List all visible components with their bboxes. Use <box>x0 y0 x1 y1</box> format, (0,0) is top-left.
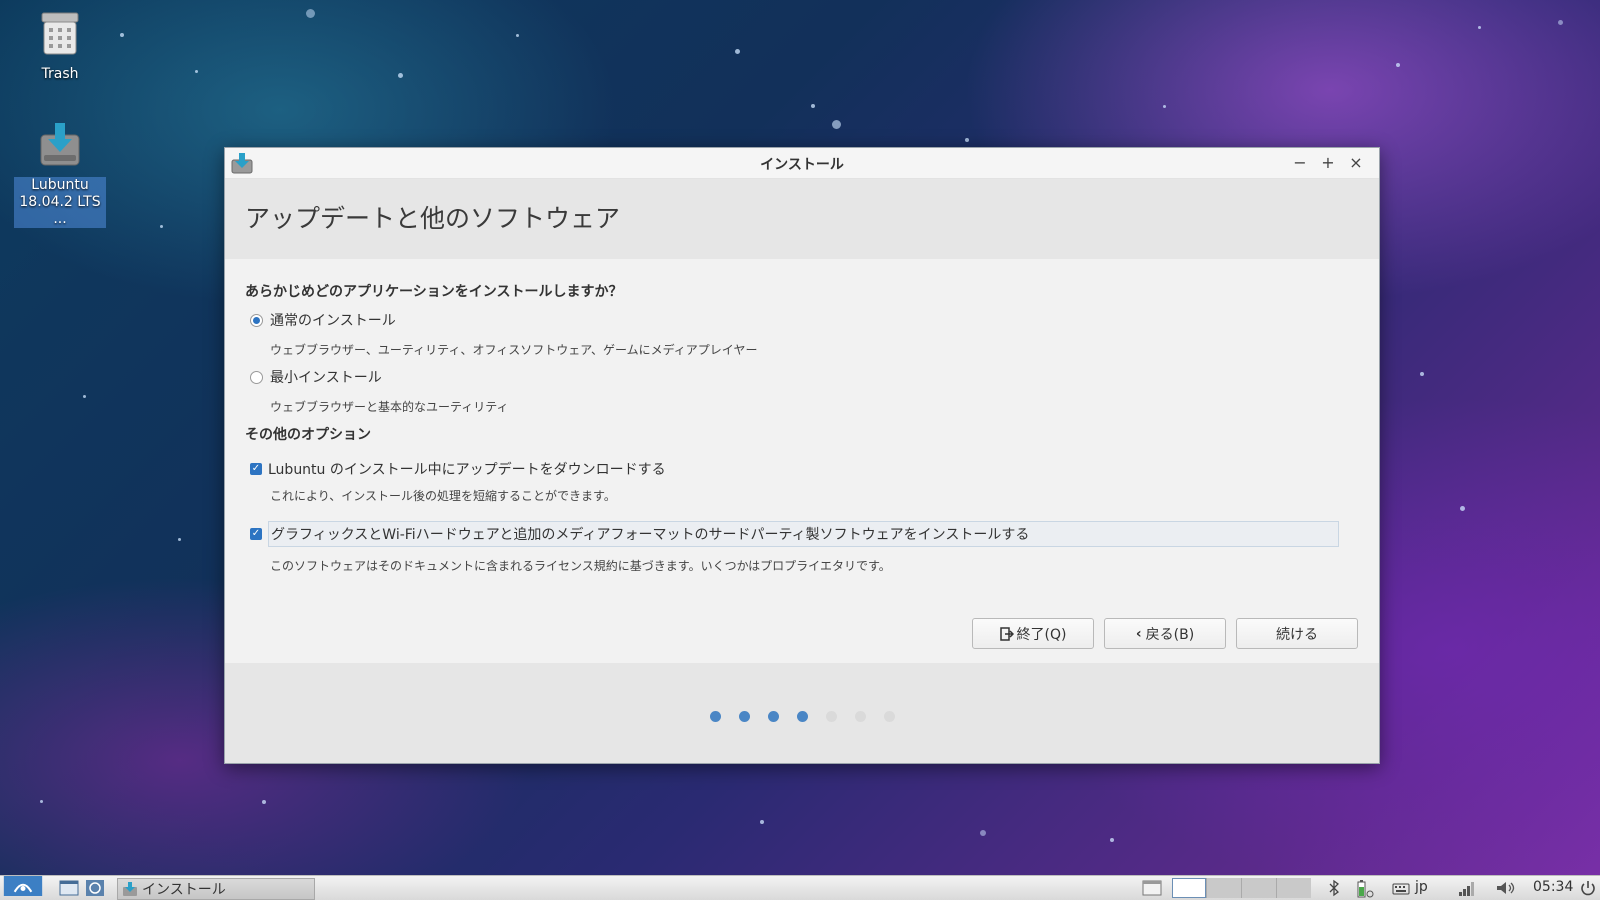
workspace-switcher <box>1172 878 1312 898</box>
normal-install-radio[interactable]: 通常のインストール <box>250 310 396 330</box>
download-updates-label: Lubuntu のインストール中にアップデートをダウンロードする <box>268 462 666 478</box>
workspace-1[interactable] <box>1172 878 1206 898</box>
third-party-label: グラフィックスとWi-Fiハードウェアと追加のメディアフォーマットのサードパーテ… <box>268 521 1339 547</box>
progress-dot-complete <box>767 711 779 722</box>
progress-dot-pending <box>854 711 866 722</box>
chevron-left-icon: ‹ <box>1135 625 1142 642</box>
power-icon[interactable] <box>1578 878 1598 898</box>
third-party-description: このソフトウェアはそのドキュメントに含まれるライセンス規約に基づきます。いくつか… <box>270 559 891 573</box>
installer-icon <box>40 123 80 166</box>
download-updates-description: これにより、インストール後の処理を短縮することができます。 <box>270 489 616 503</box>
progress-dot-pending <box>883 711 895 722</box>
progress-dot-complete <box>796 711 808 722</box>
window-titlebar[interactable]: インストール − + × <box>225 148 1379 179</box>
other-options-title: その他のオプション <box>245 427 371 443</box>
exit-icon <box>999 626 1014 641</box>
show-desktop-icon[interactable] <box>1141 878 1163 898</box>
installer-window: インストール − + × アップデートと他のソフトウェア あらかじめどのアプリケ… <box>224 147 1380 764</box>
volume-icon[interactable] <box>1494 878 1518 898</box>
normal-install-description: ウェブブラウザー、ユーティリティ、オフィスソフトウェア、ゲームにメディアプレイヤ… <box>270 343 758 357</box>
third-party-checkbox[interactable]: ✓ グラフィックスとWi-Fiハードウェアと追加のメディアフォーマットのサードパ… <box>250 521 1339 547</box>
close-button[interactable]: × <box>1345 152 1367 174</box>
web-browser-icon[interactable] <box>84 878 106 898</box>
progress-footer <box>225 663 1379 763</box>
desktop-installer-label-line1: Lubuntu <box>31 177 89 193</box>
progress-dot-complete <box>709 711 721 722</box>
radio-unselected-icon <box>250 370 263 384</box>
desktop-trash[interactable]: Trash <box>14 10 106 83</box>
back-button-label: 戻る(B) <box>1145 626 1195 643</box>
minimize-button[interactable]: − <box>1289 152 1311 174</box>
battery-icon[interactable] <box>1354 878 1376 898</box>
taskbar: インストール jp 05:34 <box>0 875 1600 900</box>
page-header: アップデートと他のソフトウェア <box>225 179 1379 259</box>
clock[interactable]: 05:34 <box>1533 879 1573 899</box>
normal-install-label: 通常のインストール <box>270 313 396 329</box>
back-button[interactable]: ‹ 戻る(B) <box>1104 618 1226 649</box>
workspace-2[interactable] <box>1206 878 1241 898</box>
window-title: インストール <box>760 157 844 173</box>
checkbox-checked-icon: ✓ <box>250 528 262 540</box>
progress-dot-pending <box>825 711 837 722</box>
maximize-button[interactable]: + <box>1317 152 1339 174</box>
install-question: あらかじめどのアプリケーションをインストールしますか？ <box>245 284 623 300</box>
page-title: アップデートと他のソフトウェア <box>245 204 621 233</box>
desktop-installer[interactable]: Lubuntu 18.04.2 LTS ... <box>14 121 106 228</box>
keyboard-icon[interactable] <box>1392 878 1410 898</box>
trash-icon <box>41 12 79 55</box>
bluetooth-icon[interactable] <box>1326 878 1342 898</box>
quit-button[interactable]: 終了(Q) <box>972 618 1094 649</box>
radio-selected-icon <box>250 313 263 327</box>
minimal-install-description: ウェブブラウザーと基本的なユーティリティ <box>270 400 509 414</box>
desktop-installer-label-line2: 18.04.2 LTS ... <box>19 194 101 227</box>
progress-dot-complete <box>738 711 750 722</box>
continue-button-label: 続ける <box>1276 626 1318 643</box>
workspace-3[interactable] <box>1241 878 1276 898</box>
network-signal-icon[interactable] <box>1456 878 1476 898</box>
checkbox-checked-icon: ✓ <box>250 463 262 475</box>
installer-icon <box>123 882 137 896</box>
file-manager-icon[interactable] <box>58 878 80 898</box>
desktop-trash-label: Trash <box>41 66 79 82</box>
continue-button[interactable]: 続ける <box>1236 618 1358 649</box>
minimal-install-radio[interactable]: 最小インストール <box>250 367 382 387</box>
workspace-4[interactable] <box>1276 878 1311 898</box>
keyboard-layout-indicator[interactable]: jp <box>1415 879 1428 899</box>
minimal-install-label: 最小インストール <box>270 370 382 386</box>
start-menu-button[interactable] <box>0 876 46 896</box>
download-updates-checkbox[interactable]: ✓ Lubuntu のインストール中にアップデートをダウンロードする <box>250 459 666 479</box>
quit-button-label: 終了(Q) <box>1016 626 1067 643</box>
taskbar-task-installer[interactable]: インストール <box>117 878 315 900</box>
install-options: あらかじめどのアプリケーションをインストールしますか？ 通常のインストール ウェ… <box>225 259 1379 664</box>
taskbar-task-label: インストール <box>142 882 226 898</box>
